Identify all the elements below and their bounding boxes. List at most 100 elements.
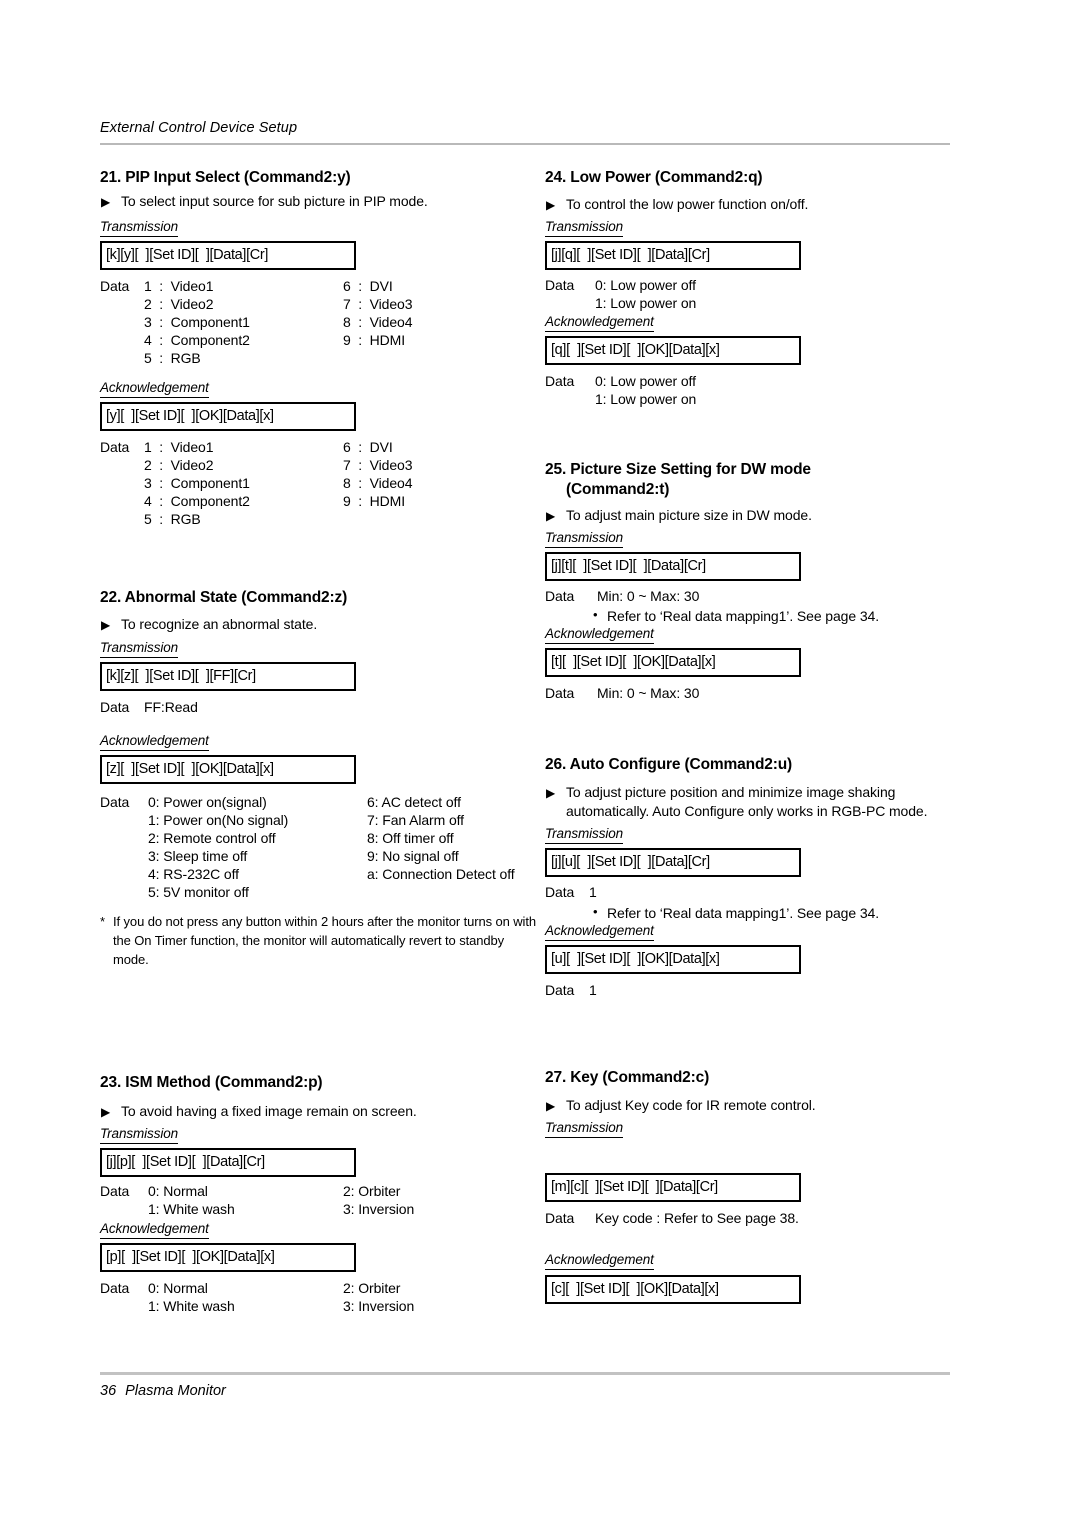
data-row-value: 3: Inversion [343,1200,415,1217]
asterisk-marker: * [100,913,105,929]
section-21-transmission-data: Data 1 : Video1 6 : DVI 2 : Video2 7 : Vid… [100,277,545,367]
section-24-acknowledgement-data: Data 0: Low power off 1: Low power on [545,372,990,408]
header-divider [100,143,950,145]
section-23-title: 23. ISM Method (Command2:p) [100,1074,323,1091]
page-footer: 36 Plasma Monitor [100,1372,950,1400]
section-24-transmission-data: Data 0: Low power off 1: Low power on [545,276,990,312]
section-22-abnormal-state: 22. Abnormal State (Command2:z) ▶ To reco… [100,588,545,969]
section-22-description: ▶ To recognize an abnormal state. [100,615,545,634]
data-row-value: 6: AC detect off [367,793,461,810]
section-25-transmission-command: [j][t][ ][Set ID][ ][Data][Cr] [545,551,801,581]
data-row-value: 9 : HDMI [343,492,406,509]
section-27-transmission-data: Data Key code : Refer to See page 38. [545,1209,990,1227]
section-23-ism-method: 23. ISM Method (Command2:p) ▶ To avoid ha… [100,1073,545,1315]
section-22-title: 22. Abnormal State (Command2:z) [100,589,348,606]
data-row-value: 1: Low power on [595,390,697,407]
section-24-title: 24. Low Power (Command2:q) [545,169,763,186]
section-21-description-text: To select input source for sub picture i… [121,193,428,209]
section-22-acknowledgement-data: Data 0: Power on(signal) 6: AC detect off… [100,793,545,901]
data-row-value: 0: Normal [148,1279,208,1296]
triangle-bullet-icon: ▶ [101,618,111,632]
section-25-acknowledgement-label: Acknowledgement [545,625,654,644]
data-row-value: 1 [589,982,597,998]
section-27-acknowledgement-command: [c][ ][Set ID][ ][OK][Data][x] [545,1274,801,1304]
data-row-value: 1: Low power on [595,294,697,311]
section-21-transmission-command: [k][y][ ][Set ID][ ][Data][Cr] [100,240,356,270]
data-row-value: 0: Power on(signal) [148,793,267,810]
section-22-footnote: * If you do not press any button within 2… [100,912,537,969]
round-bullet-icon: • [593,606,598,622]
section-26-acknowledgement-label: Acknowledgement [545,922,654,941]
section-24-transmission-command: [j][q][ ][Set ID][ ][Data][Cr] [545,240,801,270]
section-21-acknowledgement-label: Acknowledgement [100,379,209,398]
page-header: External Control Device Setup [100,120,950,145]
data-row-value: 2: Orbiter [343,1279,401,1296]
data-row-value: 3 : Component1 [144,474,250,491]
data-row-value: 1 [589,884,597,900]
data-row-value: 9: No signal off [367,847,459,864]
section-26-transmission-label: Transmission [545,825,623,844]
section-26-transmission-note-text: Refer to ‘Real data mapping1’. See page … [607,905,879,921]
data-row-value: 0: Low power off [595,372,696,389]
data-row-value: 6 : DVI [343,438,393,455]
section-23-description: ▶ To avoid having a fixed image remain on… [100,1102,545,1121]
triangle-bullet-icon: ▶ [546,198,556,212]
section-26-transmission-data: Data 1 [545,883,990,901]
section-21-description: ▶ To select input source for sub picture … [100,192,545,211]
data-row-value: 0: Normal [148,1182,208,1199]
section-26-title: 26. Auto Configure (Command2:u) [545,756,793,773]
section-25-transmission-data: Data Min: 0 ~ Max: 30 [545,587,990,605]
data-row-value: 6 : DVI [343,277,393,294]
footer-page-number: 36 [100,1383,117,1399]
data-row-value: 7: Fan Alarm off [367,811,464,828]
triangle-bullet-icon: ▶ [101,195,111,209]
section-27-acknowledgement-label: Acknowledgement [545,1251,654,1270]
data-row-value: Min: 0 ~ Max: 30 [597,587,700,604]
section-27-transmission-label: Transmission [545,1119,623,1138]
section-24-low-power: 24. Low Power (Command2:q) ▶ To control t… [545,168,990,408]
data-row-value: 1 : Video1 [144,438,214,455]
data-row-value: 2: Orbiter [343,1182,401,1199]
section-25-title: 25. Picture Size Setting for DW mode (Co… [545,460,990,500]
data-row-value: 2 : Video2 [144,456,214,473]
data-row-value: 2 : Video2 [144,295,214,312]
section-23-acknowledgement-data: Data 0: Normal 2: Orbiter 1: White wash 3:… [100,1279,545,1315]
data-row-value: Key code : Refer to See page 38. [595,1209,799,1226]
data-row-value: 4 : Component2 [144,492,250,509]
section-25-title-line2: (Command2:t) [566,481,670,498]
section-26-description: ▶ To adjust picture position and minimize… [545,783,981,820]
section-21-title: 21. PIP Input Select (Command2:y) [100,169,351,186]
data-row-value: 3: Sleep time off [148,847,248,864]
data-row-value: 5: 5V monitor off [148,883,249,900]
section-22-description-text: To recognize an abnormal state. [121,616,318,632]
data-row-value: 5 : RGB [144,510,201,527]
data-row-value: 8 : Video4 [343,474,413,491]
footer-divider [100,1372,950,1375]
section-25-transmission-note: • Refer to ‘Real data mapping1’. See page… [593,607,990,625]
data-row-value: 4 : Component2 [144,331,250,348]
section-27-description-text: To adjust Key code for IR remote control… [566,1097,816,1113]
section-26-description-text: To adjust picture position and minimize … [566,784,928,819]
section-23-acknowledgement-command: [p][ ][Set ID][ ][OK][Data][x] [100,1242,356,1272]
section-22-footnote-text: If you do not press any button within 2 … [113,913,536,967]
section-23-transmission-command: [j][p][ ][Set ID][ ][Data][Cr] [100,1147,356,1177]
section-22-acknowledgement-command: [z][ ][Set ID][ ][OK][Data][x] [100,754,356,784]
section-23-transmission-data: Data 0: Normal 2: Orbiter 1: White wash 3:… [100,1182,545,1218]
footer-product-name: Plasma Monitor [125,1383,226,1399]
document-page: External Control Device Setup 21. PIP In… [0,0,1080,1528]
section-24-description: ▶ To control the low power function on/of… [545,195,990,214]
triangle-bullet-icon: ▶ [101,1105,111,1119]
section-23-transmission-label: Transmission [100,1125,178,1144]
section-25-picture-size-dw-mode: 25. Picture Size Setting for DW mode (Co… [545,460,990,702]
section-23-description-text: To avoid having a fixed image remain on … [121,1103,417,1119]
section-27-title: 27. Key (Command2:c) [545,1069,710,1086]
data-row-value: 2: Remote control off [148,829,276,846]
section-27-description: ▶ To adjust Key code for IR remote contro… [545,1096,990,1115]
data-row-value: 5 : RGB [144,349,201,366]
data-row-value: 4: RS-232C off [148,865,239,882]
section-24-acknowledgement-label: Acknowledgement [545,313,654,332]
data-row-value: 1 : Video1 [144,277,214,294]
data-row-value: 1: White wash [148,1200,235,1217]
section-27-transmission-command: [m][c][ ][Set ID][ ][Data][Cr] [545,1172,801,1202]
section-25-description: ▶ To adjust main picture size in DW mode. [545,506,990,525]
